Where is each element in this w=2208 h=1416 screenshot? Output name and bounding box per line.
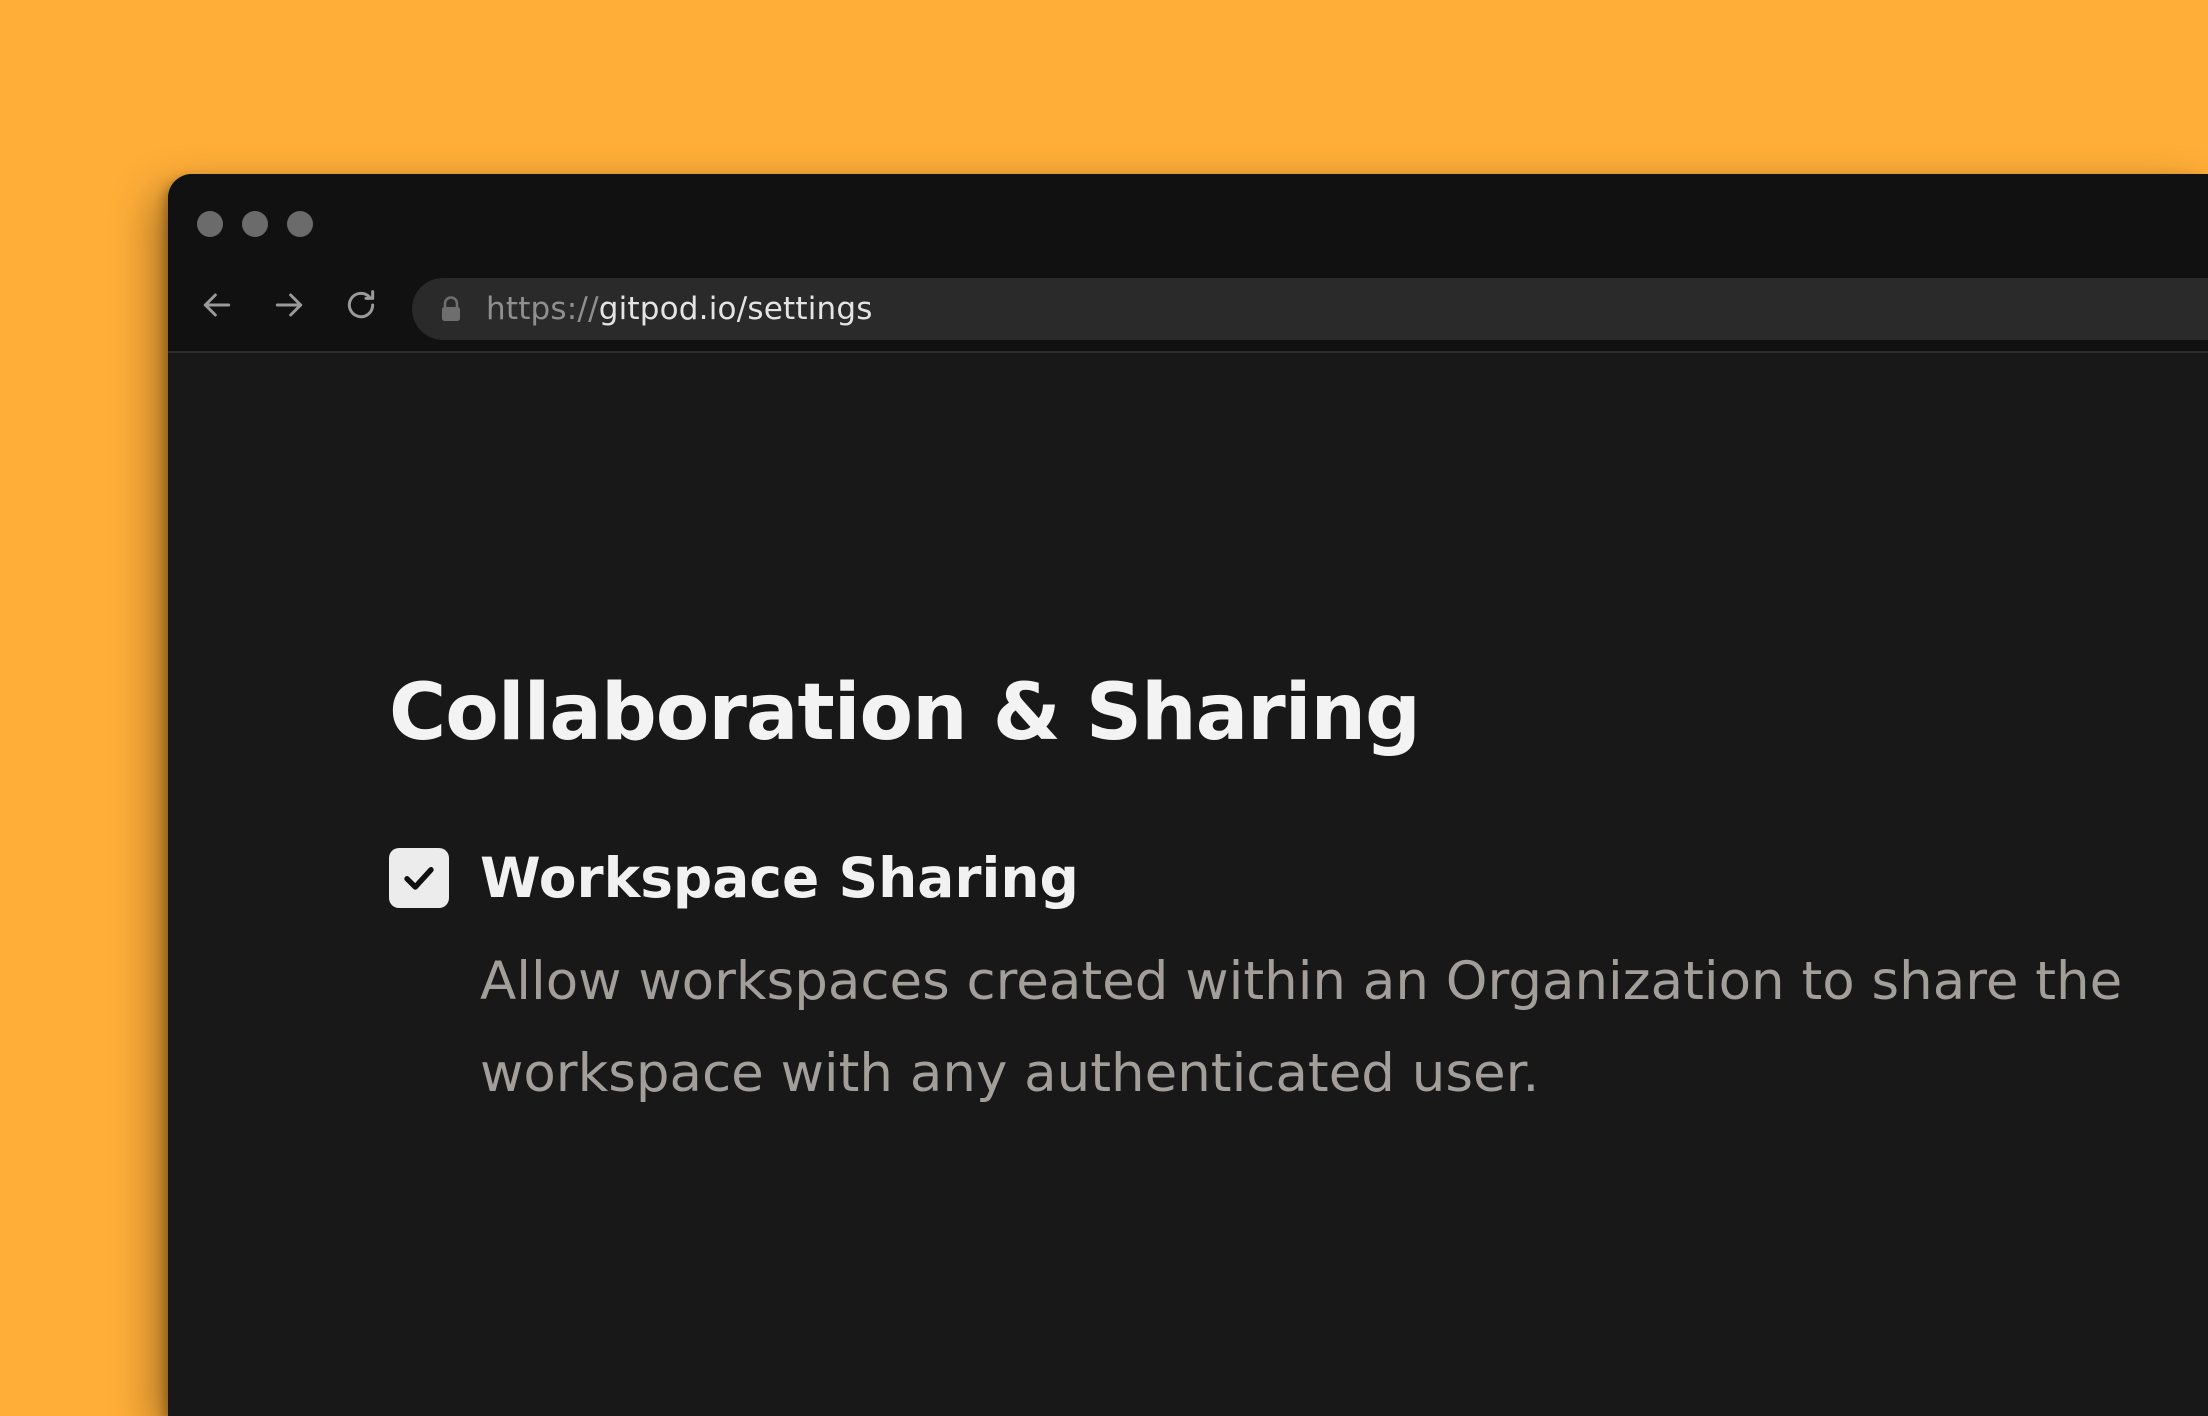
maximize-window-button[interactable] bbox=[287, 211, 313, 237]
setting-label: Workspace Sharing bbox=[480, 846, 1079, 910]
address-bar[interactable]: https://gitpod.io/settings bbox=[412, 278, 2208, 340]
page-title: Collaboration & Sharing bbox=[389, 668, 1421, 758]
minimize-window-button[interactable] bbox=[242, 211, 268, 237]
settings-content: Collaboration & Sharing Workspace Sharin… bbox=[389, 668, 2208, 1104]
setting-description: Allow workspaces created within an Organ… bbox=[480, 951, 2123, 1104]
url-host-path: gitpod.io/settings bbox=[598, 291, 873, 327]
back-button[interactable] bbox=[197, 285, 237, 325]
browser-window: https://gitpod.io/settings Collaboration… bbox=[168, 174, 2208, 1416]
browser-toolbar: https://gitpod.io/settings bbox=[168, 174, 2208, 353]
arrow-right-icon bbox=[275, 293, 303, 317]
close-window-button[interactable] bbox=[197, 211, 223, 237]
reload-icon bbox=[347, 290, 375, 319]
checkmark-icon bbox=[404, 867, 434, 890]
reload-button[interactable] bbox=[341, 285, 381, 325]
url-scheme: https:// bbox=[486, 291, 599, 327]
window-controls bbox=[197, 211, 313, 237]
workspace-sharing-checkbox[interactable] bbox=[389, 848, 449, 908]
forward-button[interactable] bbox=[269, 285, 309, 325]
lock-icon bbox=[442, 296, 460, 321]
arrow-left-icon bbox=[203, 293, 231, 317]
